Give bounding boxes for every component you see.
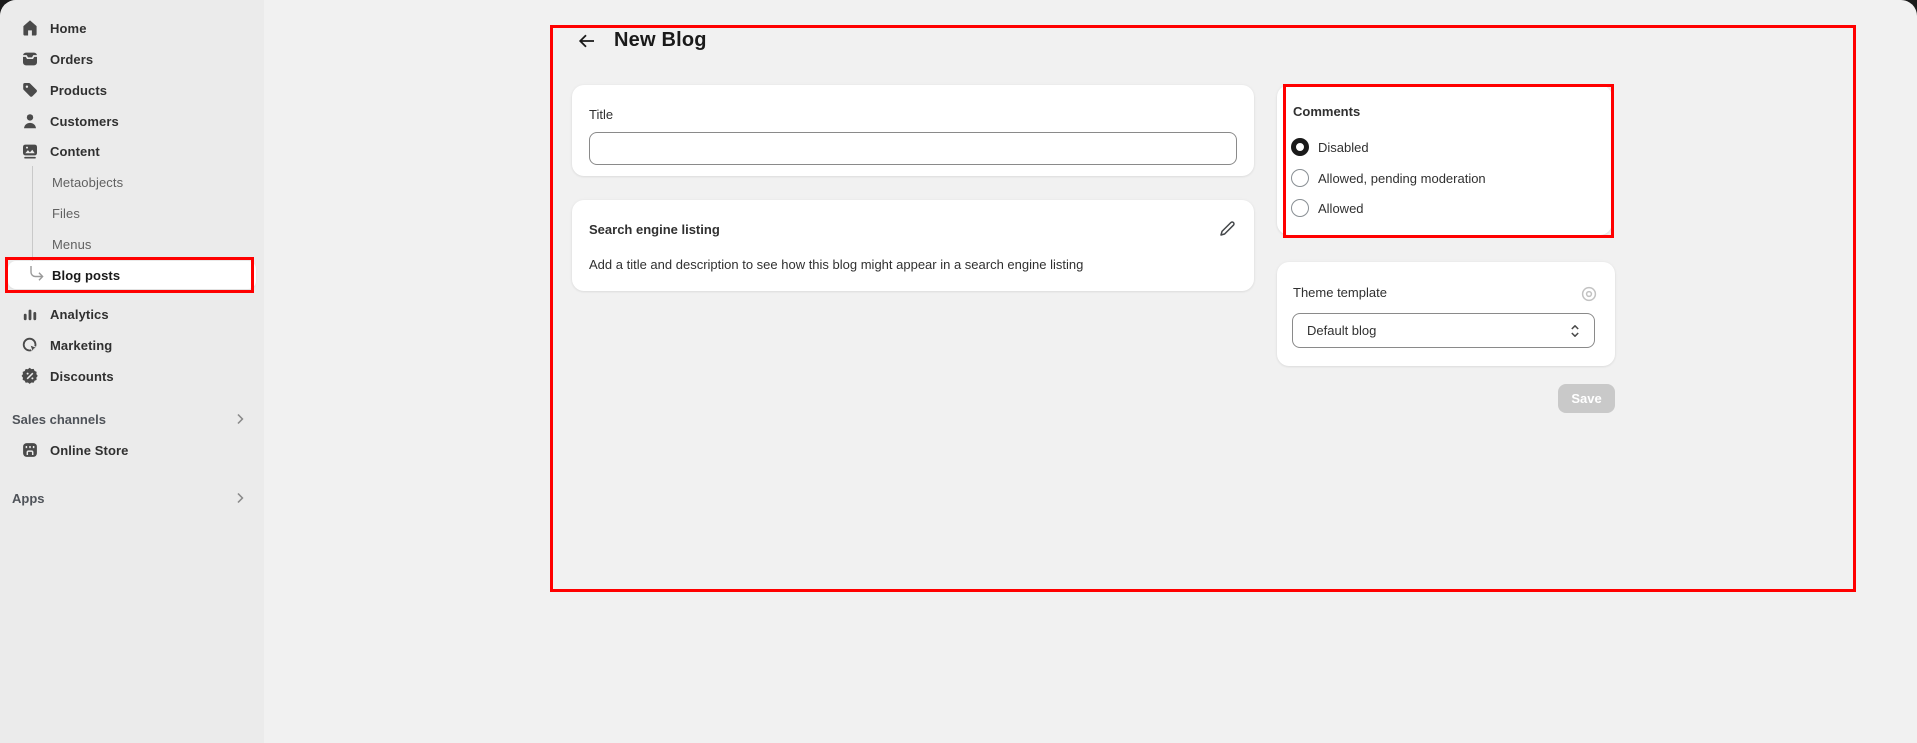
comments-card: Comments Disabled Allowed, pending moder… <box>1277 85 1612 235</box>
pencil-icon[interactable] <box>1216 216 1240 240</box>
radio-label: Allowed <box>1318 201 1364 216</box>
discounts-icon <box>20 366 40 386</box>
customers-icon <box>20 111 40 131</box>
radio-option-allowed[interactable]: Allowed <box>1291 197 1364 219</box>
sidebar-item-blog-posts[interactable]: Blog posts <box>8 261 256 289</box>
analytics-icon <box>20 304 40 324</box>
save-button[interactable]: Save <box>1558 384 1615 413</box>
sidebar-section-sales-channels[interactable]: Sales channels <box>10 406 254 432</box>
page-title: New Blog <box>614 29 707 52</box>
eye-icon <box>1577 282 1601 306</box>
sidebar-item-label: Analytics <box>50 307 109 322</box>
sidebar-section-apps[interactable]: Apps <box>10 485 254 511</box>
chevron-right-icon <box>232 490 248 506</box>
storefront-icon <box>20 440 40 460</box>
select-value: Default blog <box>1307 323 1376 338</box>
seo-card-description: Add a title and description to see how t… <box>589 257 1083 272</box>
sidebar-item-label: Orders <box>50 52 93 67</box>
section-heading: Apps <box>12 491 45 506</box>
radio-icon[interactable] <box>1291 169 1309 187</box>
products-icon <box>20 80 40 100</box>
updown-caret-icon <box>1566 322 1584 340</box>
marketing-icon <box>20 335 40 355</box>
theme-template-select[interactable]: Default blog <box>1292 313 1595 348</box>
title-card: Title <box>572 85 1254 176</box>
theme-template-card: Theme template Default blog <box>1277 262 1615 366</box>
radio-label: Allowed, pending moderation <box>1318 171 1486 186</box>
sidebar-item-label: Blog posts <box>52 268 120 283</box>
sidebar-item-label: Content <box>50 144 100 159</box>
radio-label: Disabled <box>1318 140 1369 155</box>
return-arrow-icon <box>26 265 46 285</box>
radio-icon[interactable] <box>1291 199 1309 217</box>
sidebar-item-label: Products <box>50 83 107 98</box>
seo-card-title: Search engine listing <box>589 222 1238 237</box>
content-icon <box>20 141 40 161</box>
sidebar-item-menus[interactable]: Menus <box>8 230 256 258</box>
title-field-label: Title <box>589 107 613 122</box>
sidebar-item-customers[interactable]: Customers <box>8 107 256 135</box>
seo-card: Search engine listing Add a title and de… <box>572 200 1254 291</box>
radio-option-disabled[interactable]: Disabled <box>1291 136 1369 158</box>
sidebar-item-marketing[interactable]: Marketing <box>8 331 256 359</box>
sidebar-item-content[interactable]: Content <box>8 137 256 165</box>
sidebar-item-label: Home <box>50 21 87 36</box>
title-input[interactable] <box>589 132 1237 165</box>
radio-option-allowed-pending[interactable]: Allowed, pending moderation <box>1291 167 1486 189</box>
sidebar-item-metaobjects[interactable]: Metaobjects <box>8 168 256 196</box>
chevron-right-icon <box>232 411 248 427</box>
sidebar-item-products[interactable]: Products <box>8 76 256 104</box>
radio-icon[interactable] <box>1291 138 1309 156</box>
sidebar-item-analytics[interactable]: Analytics <box>8 300 256 328</box>
sidebar-item-discounts[interactable]: Discounts <box>8 362 256 390</box>
sidebar-item-label: Metaobjects <box>52 175 123 190</box>
sidebar: Home Orders Products Customers Content <box>0 0 264 743</box>
sidebar-item-label: Discounts <box>50 369 114 384</box>
home-icon <box>20 18 40 38</box>
sidebar-item-online-store[interactable]: Online Store <box>8 436 256 464</box>
sidebar-item-orders[interactable]: Orders <box>8 45 256 73</box>
sidebar-item-files[interactable]: Files <box>8 199 256 227</box>
comments-card-title: Comments <box>1293 104 1596 119</box>
section-heading: Sales channels <box>12 412 106 427</box>
sidebar-item-label: Marketing <box>50 338 112 353</box>
app-frame: Home Orders Products Customers Content <box>0 0 1917 743</box>
orders-icon <box>20 49 40 69</box>
back-arrow-icon[interactable] <box>576 30 598 52</box>
sidebar-item-home[interactable]: Home <box>8 14 256 42</box>
theme-template-label: Theme template <box>1293 285 1387 300</box>
sidebar-item-label: Menus <box>52 237 92 252</box>
page-header: New Blog <box>576 29 707 52</box>
sidebar-item-label: Files <box>52 206 80 221</box>
sidebar-item-label: Customers <box>50 114 119 129</box>
sidebar-item-label: Online Store <box>50 443 129 458</box>
